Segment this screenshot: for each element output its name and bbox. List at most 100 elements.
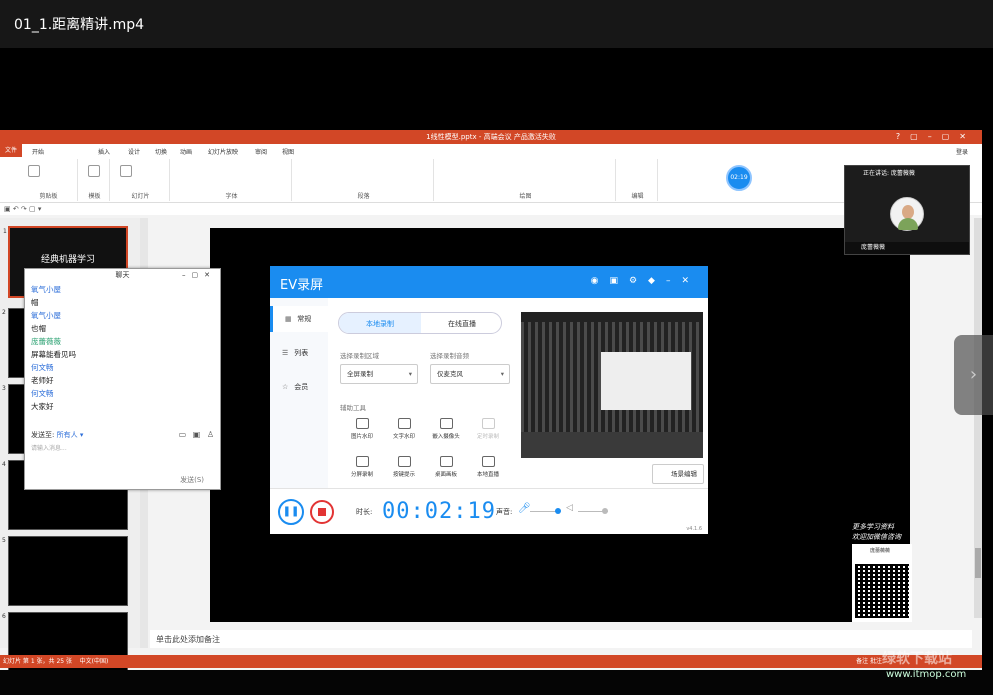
ev-recorder-window: EV录屏 ◉▣⚙◆–✕ ▦ 常规 ☰ 列表 ☆ 会员 本地录制 在线直播 选择录…: [270, 266, 708, 534]
ribbon-group-label: 幻灯片: [131, 193, 150, 200]
recipient-select[interactable]: 所有人 ▾: [57, 431, 84, 439]
menu-insert[interactable]: 插入: [98, 147, 110, 156]
ribbon-group-label: 字体: [225, 193, 238, 200]
slide1-title: 经典机器学习: [40, 255, 95, 265]
window-controls[interactable]: ?▢–▢✕: [896, 130, 976, 144]
broadcast-icon: [481, 456, 495, 467]
chat-window-controls[interactable]: –▢✕: [182, 269, 216, 281]
time-label: 时长:: [356, 508, 373, 516]
qr-code: [855, 564, 909, 618]
ribbon-group-template: 模板: [80, 159, 110, 201]
ribbon-group-drawing: 绘图: [436, 159, 616, 201]
chat-input[interactable]: 请输入消息...: [31, 443, 67, 452]
message-text: 老师好: [31, 376, 54, 385]
menu-animations[interactable]: 动画: [180, 147, 192, 156]
keyboard-icon: [397, 456, 411, 467]
sidebar-item-general[interactable]: ▦ 常规: [270, 306, 328, 332]
menu-transitions[interactable]: 切换: [155, 147, 167, 156]
watermark-url: www.itmop.com: [886, 669, 967, 680]
send-button[interactable]: 发送(S): [180, 475, 204, 485]
clock-icon: [481, 418, 495, 429]
tool-image-watermark[interactable]: 图片水印: [342, 418, 382, 452]
tool-key-hint[interactable]: 按键提示: [384, 456, 424, 490]
slide-thumbnail[interactable]: 5: [2, 536, 128, 606]
message-sender: 何文畅: [31, 389, 54, 398]
player-bottom: [0, 670, 993, 695]
player-title-bar: 01_1.距离精讲.mp4: [0, 0, 993, 48]
menu-view[interactable]: 视图: [282, 147, 294, 156]
ev-mode-tabs: 本地录制 在线直播: [338, 312, 502, 334]
speaker-volume-handle[interactable]: [602, 508, 608, 514]
message-sender: 何文畅: [31, 363, 54, 372]
language: 中文(中国): [79, 658, 109, 665]
menu-design[interactable]: 设计: [128, 147, 140, 156]
chevron-down-icon: ▾: [500, 370, 504, 378]
new-slide-icon[interactable]: [120, 165, 132, 177]
message-text: 大家好: [31, 402, 54, 411]
promo-text: 更多学习资料 欢迎加微信咨询: [852, 522, 912, 542]
sidebar-label: 列表: [294, 349, 309, 357]
pause-button[interactable]: ❚❚: [278, 499, 304, 525]
message-text: 也帽: [31, 324, 46, 333]
speaking-indicator: 正在讲话: 庞蕾薇薇: [863, 170, 915, 177]
area-select[interactable]: 全屏录制 ▾: [340, 364, 418, 384]
menu-review[interactable]: 审阅: [255, 147, 267, 156]
chat-window: 聊天 –▢✕ 氧气小屋 帽 氧气小屋 也帽 庞蕾薇薇 屏幕能看见吗 何文畅 老师…: [24, 268, 221, 490]
scene-edit-button[interactable]: 场景编辑: [652, 464, 704, 484]
chat-tools[interactable]: ▭ ▣ ♙: [179, 430, 216, 439]
login-link[interactable]: 登录: [956, 147, 968, 156]
promo-line: 更多学习资料: [852, 523, 894, 531]
message-text: 帽: [31, 298, 39, 307]
tool-text-watermark[interactable]: 文字水印: [384, 418, 424, 452]
ev-header: EV录屏 ◉▣⚙◆–✕: [270, 266, 708, 298]
slide-number: 1: [3, 228, 7, 235]
webcam-overlay: 正在讲话: 庞蕾薇薇 庞蕾薇薇: [844, 165, 970, 255]
stop-icon: [318, 508, 326, 516]
ev-header-icons[interactable]: ◉▣⚙◆–✕: [591, 276, 700, 286]
tab-local-record[interactable]: 本地录制: [339, 313, 421, 333]
sidebar-item-member[interactable]: ☆ 会员: [270, 374, 328, 400]
ribbon-group-label: 编辑: [631, 193, 644, 200]
tool-local-live[interactable]: 本地直播: [468, 456, 508, 490]
slide-scrollbar[interactable]: [974, 218, 982, 618]
template-icon[interactable]: [88, 165, 100, 177]
sidebar-item-list[interactable]: ☰ 列表: [270, 340, 328, 366]
tool-split-screen[interactable]: 分屏录制: [342, 456, 382, 490]
ev-sidebar: ▦ 常规 ☰ 列表 ☆ 会员: [270, 298, 328, 488]
ribbon-group-paragraph: 段落: [294, 159, 434, 201]
ribbon-group-font: 字体: [172, 159, 292, 201]
ribbon-group-label: 剪贴板: [39, 193, 58, 200]
audio-select[interactable]: 仅麦克风 ▾: [430, 364, 510, 384]
tab-live-stream[interactable]: 在线直播: [421, 313, 501, 333]
tool-webcam[interactable]: 嵌入摄像头: [426, 418, 466, 452]
recording-timer: 00:02:19: [382, 499, 496, 524]
next-arrow-button[interactable]: ›: [954, 335, 993, 415]
sync-button[interactable]: 02:19: [726, 165, 752, 191]
paste-icon[interactable]: [28, 165, 40, 177]
ribbon-group-clipboard: 剪贴板: [20, 159, 78, 201]
speaker-icon[interactable]: ◁: [566, 503, 573, 513]
mic-volume-handle[interactable]: [555, 508, 561, 514]
slide-count: 幻灯片 第 1 张，共 25 张: [3, 658, 72, 665]
stop-button[interactable]: [310, 500, 334, 524]
wechat-card: 庞蕾薇薇: [852, 544, 912, 622]
star-icon: ☆: [282, 383, 289, 391]
quick-access-toolbar[interactable]: ▣ ↶ ↷ ▢ ▾: [0, 203, 982, 215]
ribbon-group-label: 段落: [357, 193, 370, 200]
send-to-label: 发送至:: [31, 431, 55, 439]
status-right[interactable]: 备注 批注: [856, 655, 882, 668]
notes-pane[interactable]: 单击此处添加备注: [150, 630, 972, 648]
menu-file[interactable]: 文件: [0, 144, 22, 157]
tool-whiteboard[interactable]: 桌面画板: [426, 456, 466, 490]
menu-slideshow[interactable]: 幻灯片放映: [208, 147, 238, 156]
tools-label: 辅助工具: [340, 404, 366, 412]
ribbon-group-label: 模板: [88, 193, 101, 200]
microphone-icon[interactable]: 🎤︎: [518, 503, 531, 514]
ev-control-bar: ❚❚ 时长: 00:02:19 声音: 🎤︎ ◁ v4.1.6: [270, 488, 708, 534]
tool-timer[interactable]: 定时录制: [468, 418, 508, 452]
camera-icon: [439, 418, 453, 429]
grid-icon: ▦: [285, 315, 292, 323]
volume-label: 声音:: [496, 508, 513, 516]
menu-home[interactable]: 开始: [32, 147, 44, 156]
avatar: [890, 197, 924, 231]
